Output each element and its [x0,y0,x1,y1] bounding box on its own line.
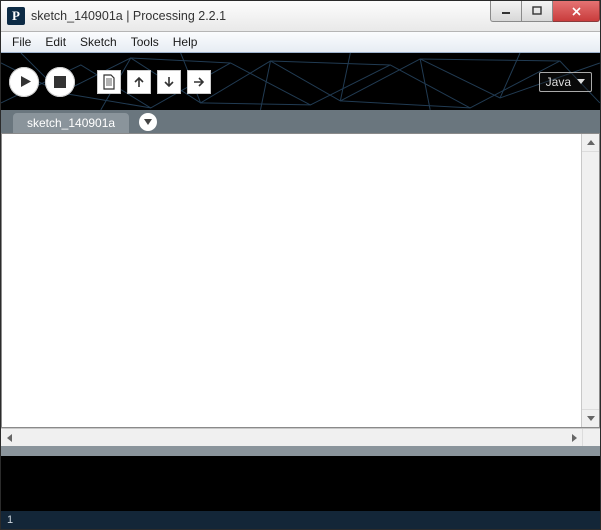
menu-file[interactable]: File [5,33,38,51]
console-divider[interactable] [1,446,600,456]
sketch-tab[interactable]: sketch_140901a [13,113,129,133]
chevron-down-icon [577,79,585,84]
open-button[interactable] [127,70,151,94]
tab-strip: sketch_140901a [1,110,600,133]
status-bar: 1 [1,511,600,529]
maximize-icon [532,6,542,16]
mode-label: Java [546,75,571,89]
new-file-icon [102,74,116,90]
editor-area [1,133,600,446]
save-button[interactable] [157,70,181,94]
editor-viewport [1,133,600,428]
mode-selector[interactable]: Java [539,72,592,92]
arrow-down-icon [587,416,595,421]
stop-button[interactable] [45,67,75,97]
tab-menu-button[interactable] [139,113,157,131]
app-window: P sketch_140901a | Processing 2.2.1 File… [0,0,601,530]
code-editor[interactable] [2,134,581,427]
status-line-number: 1 [7,514,13,526]
arrow-up-icon [132,75,146,89]
minimize-button[interactable] [490,1,522,22]
run-button[interactable] [9,67,39,97]
export-button[interactable] [187,70,211,94]
maximize-button[interactable] [522,1,553,22]
menu-help[interactable]: Help [166,33,205,51]
arrow-down-icon [162,75,176,89]
close-icon [571,6,582,17]
scroll-corner [582,429,600,446]
title-bar: P sketch_140901a | Processing 2.2.1 [1,1,600,32]
scroll-down-button[interactable] [582,409,599,427]
arrow-left-icon [7,434,12,442]
horizontal-scrollbar[interactable] [1,428,600,446]
arrow-right-icon [192,75,206,89]
new-button[interactable] [97,70,121,94]
scroll-left-button[interactable] [1,429,18,446]
menu-bar: File Edit Sketch Tools Help [1,32,600,53]
scroll-up-button[interactable] [582,134,599,152]
arrow-up-icon [587,140,595,145]
window-controls [490,1,600,21]
app-icon: P [7,7,25,25]
toolbar: Java [1,53,600,110]
minimize-icon [501,6,511,16]
play-icon [19,75,32,88]
menu-tools[interactable]: Tools [124,33,166,51]
console-output[interactable] [1,456,600,511]
arrow-right-icon [572,434,577,442]
chevron-down-icon [144,119,152,125]
scroll-right-button[interactable] [566,429,583,446]
menu-sketch[interactable]: Sketch [73,33,124,51]
window-title: sketch_140901a | Processing 2.2.1 [31,9,226,23]
vertical-scrollbar[interactable] [581,134,599,427]
menu-edit[interactable]: Edit [38,33,73,51]
close-button[interactable] [553,1,600,22]
